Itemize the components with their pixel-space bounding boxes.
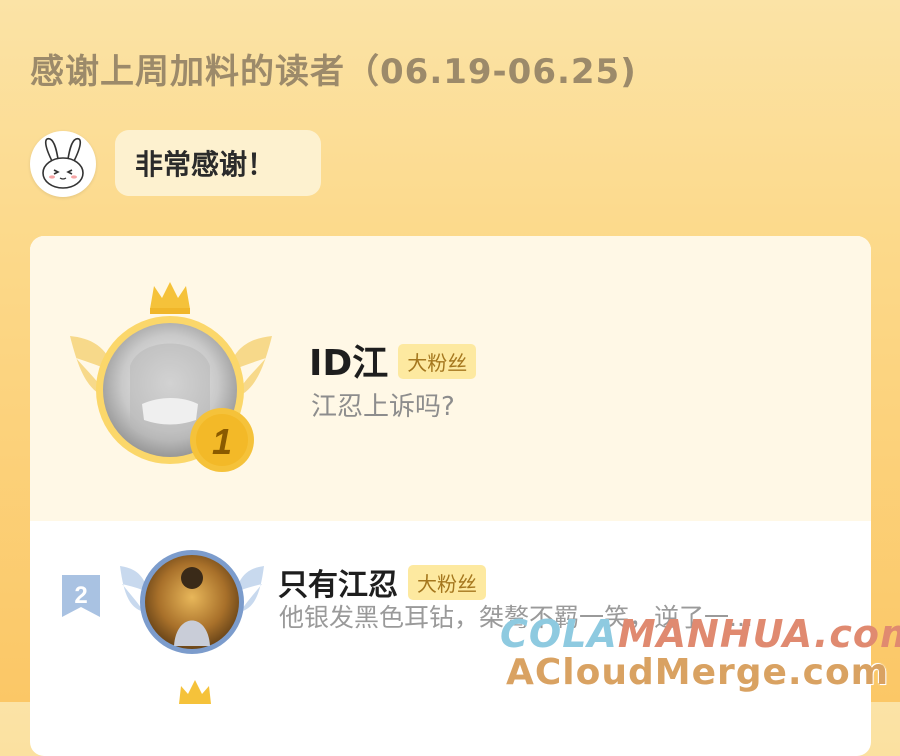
speech-bubble: 非常感谢！ xyxy=(115,130,321,196)
rank-2-ribbon-icon: 2 xyxy=(58,573,104,621)
rank1-message: 江忍上诉吗? xyxy=(311,392,455,422)
mascot-avatar xyxy=(30,131,96,197)
page-title: 感谢上周加料的读者（06.19-06.25) xyxy=(30,52,637,92)
rank1-username-row: ID江 大粉丝 xyxy=(309,334,477,386)
rank1-username[interactable]: ID江 xyxy=(309,343,388,384)
rank-1-number: 1 xyxy=(212,421,232,462)
watermark-colamanhua: COLAMANHUA.com xyxy=(500,612,900,656)
fan-badge: 大粉丝 xyxy=(398,343,477,379)
rank1-avatar-frame[interactable]: 1 xyxy=(70,276,280,476)
watermark-acloudmerge: ACloudMerge.com xyxy=(506,652,890,693)
rank-1-medal-icon: 1 xyxy=(190,408,254,472)
rank-2-number: 2 xyxy=(74,582,87,609)
crown-icon xyxy=(150,282,190,314)
fan-badge: 大粉丝 xyxy=(408,565,486,600)
rank2-avatar-frame[interactable] xyxy=(118,534,268,664)
bunny-icon xyxy=(42,137,84,189)
